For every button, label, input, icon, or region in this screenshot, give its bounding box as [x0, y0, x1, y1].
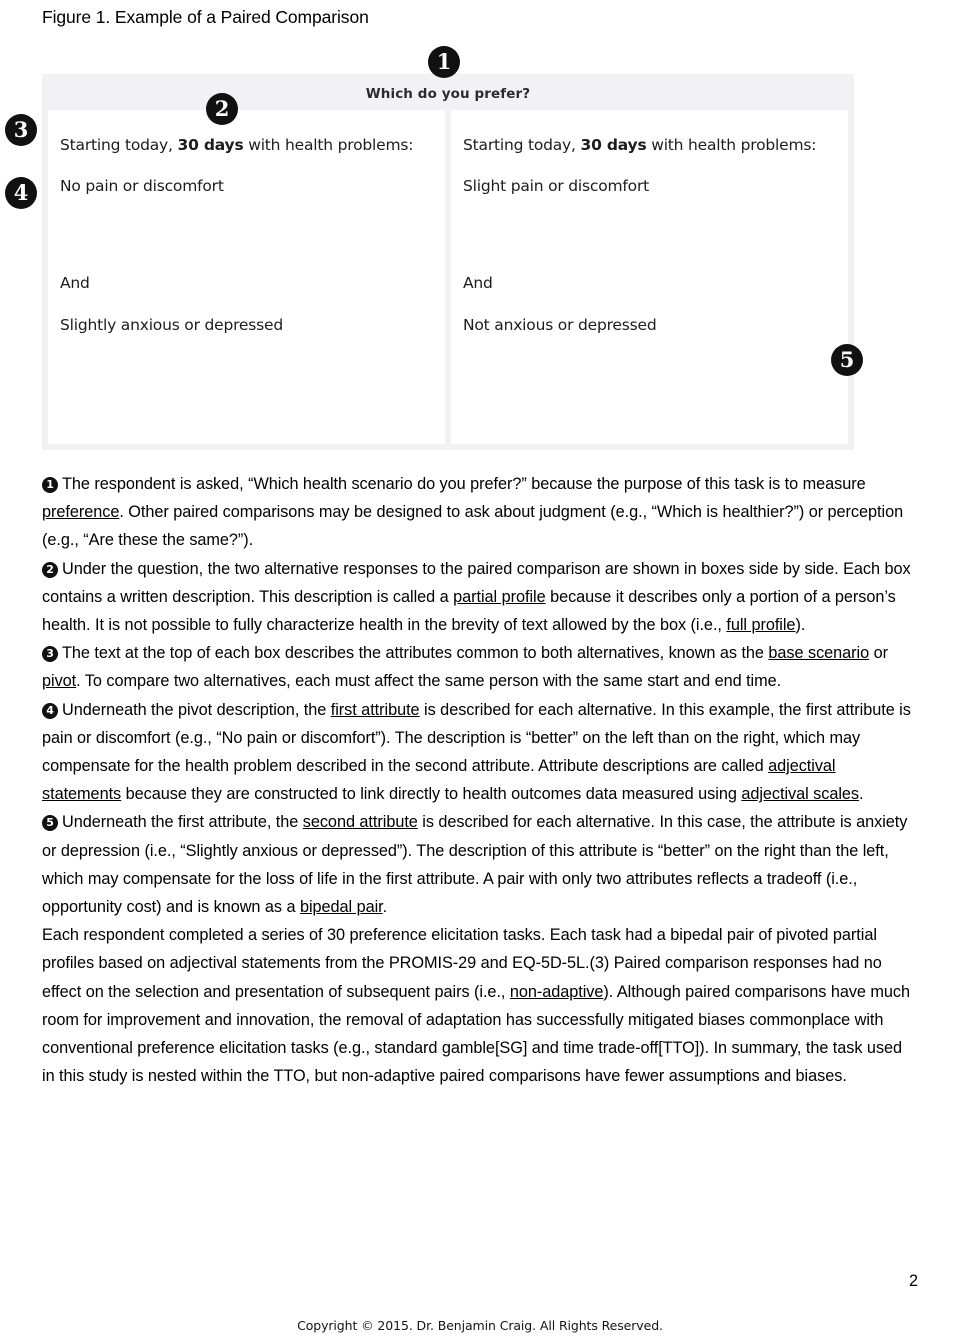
legend-1-text-a: The respondent is asked, “Which health s… [62, 475, 866, 493]
closing-paragraph: Each respondent completed a series of 30… [42, 921, 918, 1090]
legend-4-underline-a: first attribute [330, 700, 420, 719]
legend-1-text-b: . Other paired comparisons may be design… [42, 503, 904, 550]
legend-4-underline-c: adjectival scales [741, 785, 860, 804]
legend-4-text-a: Underneath the pivot description, the [62, 700, 331, 719]
figure-image: Which do you prefer? Starting today, 30 … [42, 74, 854, 450]
conjunction-b: And [463, 274, 493, 292]
callout-badge-2: 2 [206, 93, 238, 125]
legend-marker-4: 4 [42, 702, 58, 719]
legend-5-underline-b: bipedal pair [299, 898, 383, 917]
page-number: 2 [908, 1272, 918, 1290]
survey-question: Which do you prefer? [365, 86, 531, 102]
legend-3-underline-b: pivot [42, 672, 77, 691]
legend-3-underline-a: base scenario [768, 644, 870, 663]
legend-2-underline-b: full profile [726, 616, 796, 635]
legend-4-text-d: . [859, 785, 864, 804]
pivot-prefix-b: Starting today, [463, 136, 581, 154]
callout-badge-1: 1 [428, 46, 460, 78]
legend-5-underline-a: second attribute [302, 813, 418, 832]
pivot-suffix-b: with health problems: [646, 136, 817, 154]
callout-badge-4: 4 [5, 177, 37, 209]
legend-marker-5: 5 [42, 815, 58, 832]
legend-3-text-c: . To compare two alternatives, each must… [76, 672, 782, 691]
legend-4-text-c: because they are constructed to link dir… [121, 785, 742, 804]
figure-caption: Figure 1. Example of a Paired Comparison [42, 7, 369, 27]
attribute-2-b: Not anxious or depressed [463, 316, 657, 334]
attribute-2-a: Slightly anxious or depressed [60, 316, 283, 334]
legend-item-2: 2 Under the question, the two alternative… [42, 555, 918, 640]
legend-5-text-c: . [382, 898, 388, 917]
legend-item-3: 3 The text at the top of each box describ… [42, 639, 918, 695]
attribute-1-b: Slight pain or discomfort [463, 177, 650, 195]
copyright-footer: Copyright © 2015. Dr. Benjamin Craig. Al… [297, 1318, 663, 1333]
pivot-text-a: Starting today, 30 days with health prob… [60, 136, 445, 154]
pivot-text-b: Starting today, 30 days with health prob… [463, 136, 848, 154]
legend-item-4: 4 Underneath the pivot description, the f… [42, 696, 918, 809]
legend-item-1: 1 The respondent is asked, “Which health … [42, 470, 918, 555]
legend-5-text-a: Underneath the first attribute, the [62, 813, 303, 832]
callout-badge-3: 3 [5, 114, 37, 146]
legend-marker-3: 3 [42, 646, 58, 663]
legend-3-text-a: The text at the top of each box describe… [62, 644, 769, 663]
alternative-a-panel[interactable]: Starting today, 30 days with health prob… [48, 110, 445, 444]
pivot-duration-a: 30 days [177, 136, 244, 154]
pivot-prefix-a: Starting today, [60, 136, 178, 154]
legend-marker-2: 2 [42, 561, 58, 578]
callout-badge-5: 5 [831, 344, 863, 376]
closing-underline-a: non-adaptive [509, 982, 604, 1001]
legend-2-text-c: ). [795, 616, 806, 635]
legend-1-underline-a: preference [42, 503, 120, 522]
legend-item-5: 5 Underneath the first attribute, the sec… [42, 808, 918, 921]
attribute-1-a: No pain or discomfort [60, 177, 224, 195]
legend-2-underline-a: partial profile [453, 587, 546, 606]
pivot-duration-b: 30 days [580, 136, 647, 154]
figure-legend-body: 1 The respondent is asked, “Which health … [42, 470, 918, 1090]
legend-marker-1: 1 [42, 477, 58, 493]
paired-comparison-panels: Starting today, 30 days with health prob… [48, 110, 848, 444]
conjunction-a: And [60, 274, 90, 292]
legend-3-text-b: or [869, 644, 888, 663]
alternative-b-panel[interactable]: Starting today, 30 days with health prob… [451, 110, 848, 444]
pivot-suffix-a: with health problems: [243, 136, 414, 154]
